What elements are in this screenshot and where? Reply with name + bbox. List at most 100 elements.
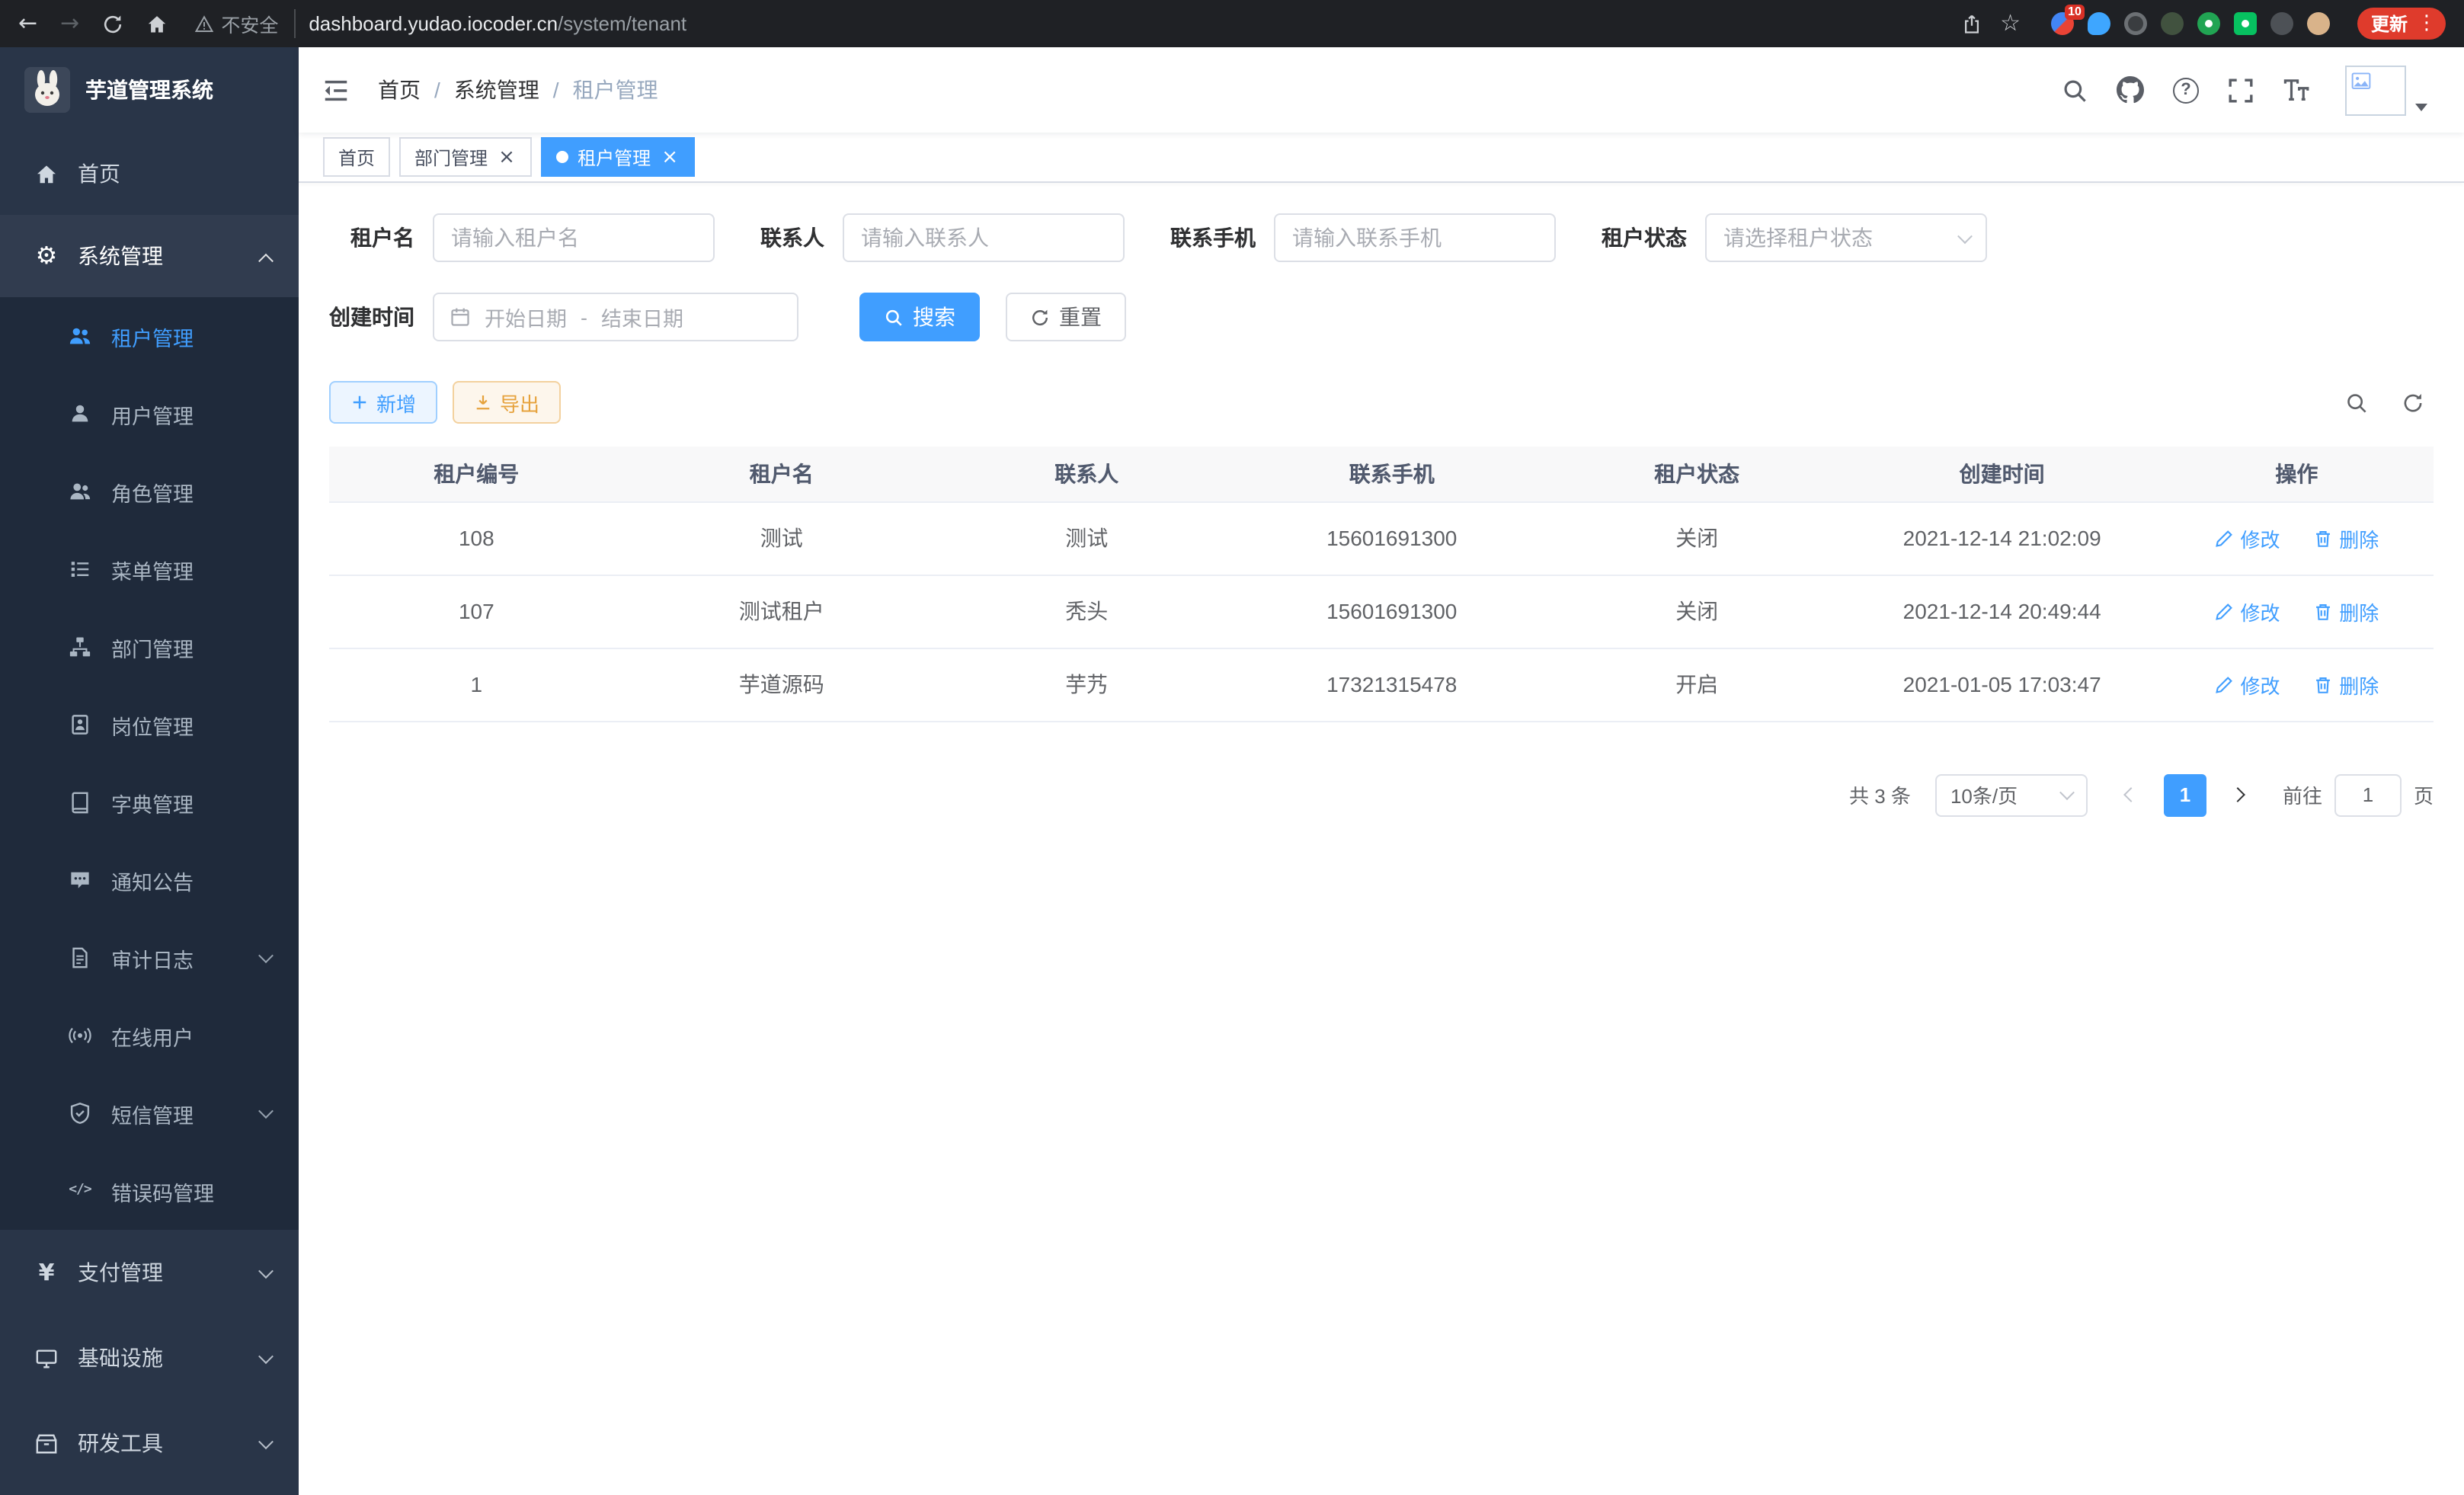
roles-icon — [67, 479, 93, 504]
search-button[interactable]: 搜索 — [859, 293, 980, 341]
reload-icon[interactable] — [102, 13, 123, 34]
tenant-name-input[interactable] — [433, 213, 715, 262]
url-path: /system/tenant — [558, 12, 686, 35]
tab-tenant[interactable]: 租户管理 × — [541, 137, 695, 177]
page-size-select[interactable]: 10条/页 — [1935, 773, 2088, 816]
cell-phone: 17321315478 — [1234, 648, 1550, 721]
page-number-current[interactable]: 1 — [2164, 773, 2206, 816]
close-icon[interactable]: × — [660, 147, 680, 167]
sidebar-item-label: 审计日志 — [111, 943, 194, 973]
breadcrumb-separator: / — [434, 78, 440, 102]
chrome-update-button[interactable]: 更新 ⋮ — [2357, 8, 2446, 40]
extension-badge: 10 — [2065, 5, 2085, 20]
cell-contact: 秃头 — [939, 575, 1234, 648]
cell-contact: 芋艿 — [939, 648, 1234, 721]
delete-link[interactable]: 删除 — [2313, 670, 2379, 699]
font-size-icon[interactable] — [2283, 76, 2310, 104]
sidebar-item-posts[interactable]: 岗位管理 — [0, 686, 299, 764]
contact-input[interactable] — [843, 213, 1125, 262]
sidebar-item-error-codes[interactable]: </> 错误码管理 — [0, 1152, 299, 1230]
sidebar-item-payment[interactable]: ¥ 支付管理 — [0, 1230, 299, 1315]
sidebar-item-system[interactable]: ⚙ 系统管理 — [0, 215, 299, 297]
book-icon — [67, 789, 93, 815]
export-button[interactable]: 导出 — [453, 381, 561, 424]
column-header: 联系手机 — [1234, 447, 1550, 501]
cell-status: 开启 — [1550, 648, 1845, 721]
edit-link[interactable]: 修改 — [2214, 597, 2280, 626]
delete-link[interactable]: 删除 — [2313, 523, 2379, 552]
sidebar-item-home[interactable]: 首页 — [0, 133, 299, 215]
add-button[interactable]: 新增 — [329, 381, 437, 424]
cell-status: 关闭 — [1550, 575, 1845, 648]
extension-icon[interactable] — [2161, 12, 2184, 35]
sidebar-item-roles[interactable]: 角色管理 — [0, 453, 299, 530]
help-icon[interactable]: ? — [2173, 77, 2199, 103]
breadcrumb-item[interactable]: 首页 — [378, 75, 421, 105]
delete-link[interactable]: 删除 — [2313, 597, 2379, 626]
bookmark-star-icon[interactable]: ☆ — [2000, 12, 2021, 35]
sidebar-item-infrastructure[interactable]: 基础设施 — [0, 1315, 299, 1401]
extension-icon[interactable] — [2088, 12, 2110, 35]
github-icon[interactable] — [2117, 76, 2144, 104]
refresh-table-icon[interactable] — [2402, 391, 2424, 414]
sidebar-item-users[interactable]: 用户管理 — [0, 375, 299, 453]
sidebar-item-departments[interactable]: 部门管理 — [0, 608, 299, 686]
close-icon[interactable]: × — [497, 147, 517, 167]
chevron-down-icon — [1957, 228, 1973, 243]
security-chip[interactable]: 不安全 — [195, 9, 295, 38]
hide-search-icon[interactable] — [2345, 391, 2368, 414]
user-avatar[interactable] — [2345, 65, 2427, 115]
sidebar-item-dict[interactable]: 字典管理 — [0, 764, 299, 841]
goto-page-input[interactable] — [2334, 773, 2402, 816]
tab-home[interactable]: 首页 — [323, 137, 390, 177]
sidebar-item-devtools[interactable]: 研发工具 — [0, 1401, 299, 1486]
extension-icon[interactable] — [2234, 12, 2257, 35]
chevron-down-icon — [258, 1103, 274, 1119]
puzzle-extensions-icon[interactable] — [2270, 12, 2293, 35]
menu-dots-icon[interactable]: ⋮ — [2414, 14, 2440, 34]
edit-label: 修改 — [2240, 523, 2280, 552]
caret-down-icon — [2415, 103, 2427, 110]
active-tab-dot — [556, 151, 568, 163]
cell-tenant-id: 1 — [329, 648, 624, 721]
home-icon[interactable] — [146, 13, 168, 34]
date-range-picker[interactable]: 开始日期 - 结束日期 — [433, 293, 798, 341]
profile-avatar-icon[interactable] — [2307, 12, 2330, 35]
forward-icon[interactable]: → — [60, 12, 79, 35]
tab-dept[interactable]: 部门管理 × — [399, 137, 532, 177]
share-icon[interactable] — [1960, 13, 1982, 34]
next-page-button[interactable] — [2219, 773, 2258, 816]
address-bar[interactable]: 不安全 dashboard.yudao.iocoder.cn/system/te… — [195, 9, 1960, 38]
sidebar-item-label: 租户管理 — [111, 321, 194, 351]
back-icon[interactable]: ← — [18, 12, 37, 35]
app-logo[interactable]: 芋道管理系统 — [0, 47, 299, 133]
sidebar-item-label: 基础设施 — [78, 1343, 163, 1373]
column-header: 联系人 — [939, 447, 1234, 501]
extension-icon[interactable]: 10 — [2051, 12, 2074, 35]
security-label: 不安全 — [221, 9, 278, 38]
id-badge-icon — [67, 712, 93, 738]
prev-page-button[interactable] — [2112, 773, 2152, 816]
sidebar-item-menus[interactable]: 菜单管理 — [0, 530, 299, 608]
edit-link[interactable]: 修改 — [2214, 523, 2280, 552]
sidebar-item-tenant[interactable]: 租户管理 — [0, 297, 299, 375]
status-select[interactable]: 请选择租户状态 — [1705, 213, 1987, 262]
phone-input[interactable] — [1274, 213, 1556, 262]
sidebar-item-sms[interactable]: 短信管理 — [0, 1074, 299, 1152]
extension-icon[interactable] — [2197, 12, 2220, 35]
fullscreen-icon[interactable] — [2228, 77, 2254, 103]
breadcrumb-item[interactable]: 系统管理 — [454, 75, 539, 105]
sidebar-item-audit-log[interactable]: 审计日志 — [0, 919, 299, 997]
cell-tenant-id: 108 — [329, 501, 624, 575]
screen: ← → 不安全 dashboard.yudao.iocoder.cn/syste… — [0, 0, 2464, 1495]
edit-link[interactable]: 修改 — [2214, 670, 2280, 699]
column-header: 操作 — [2160, 447, 2434, 501]
sidebar-fold-icon[interactable] — [322, 75, 350, 104]
reset-button[interactable]: 重置 — [1006, 293, 1126, 341]
search-icon[interactable] — [2062, 77, 2088, 103]
pagination: 共 3 条 10条/页 1 前往 页 — [329, 773, 2434, 816]
table-header-row: 租户编号 租户名 联系人 联系手机 租户状态 创建时间 操作 — [329, 447, 2434, 501]
extension-icon[interactable] — [2124, 12, 2147, 35]
sidebar-item-online-users[interactable]: 在线用户 — [0, 997, 299, 1074]
sidebar-item-notice[interactable]: 通知公告 — [0, 841, 299, 919]
